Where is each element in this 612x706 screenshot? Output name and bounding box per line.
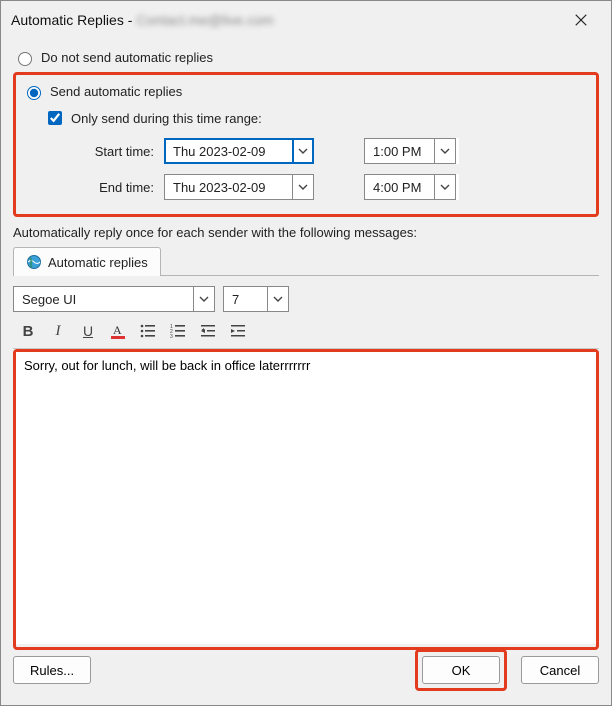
end-date-value[interactable]: Thu 2023-02-09 xyxy=(164,174,292,200)
editor-highlight xyxy=(13,349,599,650)
radio-send[interactable] xyxy=(27,86,41,100)
font-name-select[interactable]: Segoe UI xyxy=(13,286,215,312)
chevron-down-icon xyxy=(273,294,283,304)
dialog-title-email: Contact.me@live.com xyxy=(136,12,273,28)
titlebar: Automatic Replies - Contact.me@live.com xyxy=(1,1,611,39)
rules-button[interactable]: Rules... xyxy=(13,656,91,684)
ok-button-highlight: OK xyxy=(415,649,507,691)
dialog-title: Automatic Replies - xyxy=(11,12,132,28)
radio-dont-send-row[interactable]: Do not send automatic replies xyxy=(13,45,599,70)
tab-row: Automatic replies xyxy=(13,246,599,276)
end-time-label: End time: xyxy=(44,180,164,195)
font-color-button[interactable]: A xyxy=(107,320,129,342)
time-range-highlight: Send automatic replies Only send during … xyxy=(13,72,599,217)
underline-button[interactable]: U xyxy=(77,320,99,342)
end-time-dropdown[interactable] xyxy=(434,174,456,200)
dialog-footer: Rules... OK Cancel xyxy=(13,649,599,691)
chevron-down-icon xyxy=(199,294,209,304)
tab-automatic-replies[interactable]: Automatic replies xyxy=(13,247,161,276)
numbered-list-button[interactable]: 123 xyxy=(167,320,189,342)
svg-text:A: A xyxy=(113,323,122,337)
bullet-list-icon xyxy=(139,322,157,340)
reply-message-editor[interactable] xyxy=(16,352,596,644)
automatic-replies-dialog: Automatic Replies - Contact.me@live.com … xyxy=(0,0,612,706)
editor-toolbar: Segoe UI 7 B I U A xyxy=(13,276,599,349)
chevron-down-icon xyxy=(298,182,308,192)
close-icon xyxy=(574,13,588,27)
checkbox-only-during[interactable] xyxy=(48,111,62,125)
radio-dont-send-label: Do not send automatic replies xyxy=(41,50,213,65)
indent-button[interactable] xyxy=(227,320,249,342)
start-time-combo[interactable]: 1:00 PM xyxy=(364,138,459,164)
start-time-dropdown[interactable] xyxy=(434,138,456,164)
section-auto-reply-label: Automatically reply once for each sender… xyxy=(13,225,599,240)
italic-button[interactable]: I xyxy=(47,320,69,342)
start-date-value[interactable]: Thu 2023-02-09 xyxy=(164,138,292,164)
end-time-combo[interactable]: 4:00 PM xyxy=(364,174,459,200)
end-date-combo[interactable]: Thu 2023-02-09 xyxy=(164,174,314,200)
start-date-combo[interactable]: Thu 2023-02-09 xyxy=(164,138,314,164)
tab-automatic-replies-label: Automatic replies xyxy=(48,255,148,270)
start-time-label: Start time: xyxy=(44,144,164,159)
chevron-down-icon xyxy=(440,146,450,156)
indent-icon xyxy=(229,322,247,340)
numbered-list-icon: 123 xyxy=(169,322,187,340)
font-size-select[interactable]: 7 xyxy=(223,286,289,312)
close-button[interactable] xyxy=(561,5,601,35)
start-time-value[interactable]: 1:00 PM xyxy=(364,138,434,164)
checkbox-only-during-row[interactable]: Only send during this time range: xyxy=(22,104,590,138)
end-time-value[interactable]: 4:00 PM xyxy=(364,174,434,200)
cancel-button[interactable]: Cancel xyxy=(521,656,599,684)
start-date-dropdown[interactable] xyxy=(292,138,314,164)
end-date-dropdown[interactable] xyxy=(292,174,314,200)
font-name-dropdown[interactable] xyxy=(193,286,215,312)
globe-icon xyxy=(26,254,42,270)
radio-send-label: Send automatic replies xyxy=(50,84,182,99)
chevron-down-icon xyxy=(298,146,308,156)
font-color-icon: A xyxy=(109,322,127,340)
ok-button[interactable]: OK xyxy=(422,656,500,684)
font-name-value[interactable]: Segoe UI xyxy=(13,286,193,312)
bold-button[interactable]: B xyxy=(17,320,39,342)
chevron-down-icon xyxy=(440,182,450,192)
checkbox-only-during-label: Only send during this time range: xyxy=(71,111,262,126)
radio-dont-send[interactable] xyxy=(18,52,32,66)
outdent-button[interactable] xyxy=(197,320,219,342)
bullet-list-button[interactable] xyxy=(137,320,159,342)
font-size-value[interactable]: 7 xyxy=(223,286,267,312)
font-size-dropdown[interactable] xyxy=(267,286,289,312)
outdent-icon xyxy=(199,322,217,340)
svg-text:3: 3 xyxy=(170,334,173,340)
radio-send-row[interactable]: Send automatic replies xyxy=(22,79,590,104)
